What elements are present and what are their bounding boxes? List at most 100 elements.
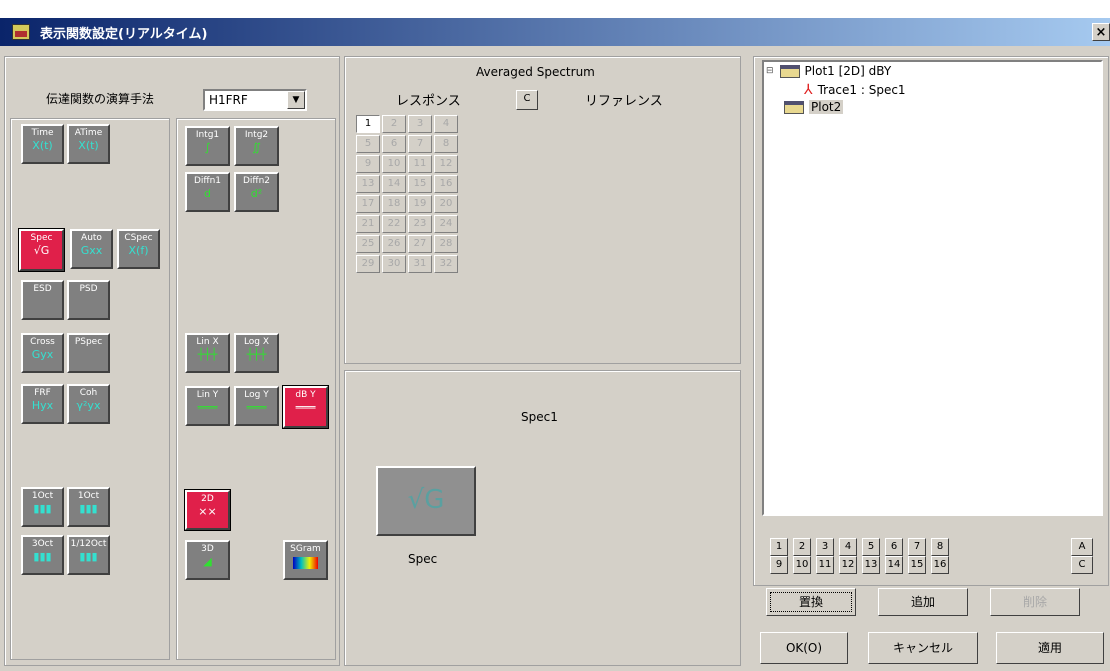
channel-29-button[interactable]: 29: [356, 255, 380, 273]
channel-16-button[interactable]: 16: [434, 175, 458, 193]
tree-item-plot1[interactable]: Plot1 [2D] dBY: [805, 64, 892, 78]
plot-number-11-button[interactable]: 11: [816, 556, 834, 574]
channel-25-button[interactable]: 25: [356, 235, 380, 253]
trace-icon: ⅄: [804, 82, 813, 98]
esd-button[interactable]: ESD: [21, 280, 64, 320]
liny-button[interactable]: Lin Y ═══: [185, 386, 230, 426]
channel-6-button[interactable]: 6: [382, 135, 406, 153]
plot-number-13-button[interactable]: 13: [862, 556, 880, 574]
channel-31-button[interactable]: 31: [408, 255, 432, 273]
logy-button[interactable]: Log Y ═══: [234, 386, 279, 426]
channel-2-button[interactable]: 2: [382, 115, 406, 133]
channel-4-button[interactable]: 4: [434, 115, 458, 133]
oct1-button[interactable]: 1Oct ▮▮▮: [21, 487, 64, 527]
dby-button[interactable]: dB Y ═══: [282, 385, 329, 429]
plot-number-3-button[interactable]: 3: [816, 538, 834, 556]
dropdown-arrow-icon[interactable]: ▼: [287, 91, 305, 109]
app-icon: [12, 24, 30, 40]
channel-14-button[interactable]: 14: [382, 175, 406, 193]
delete-button[interactable]: 削除: [990, 588, 1080, 616]
window-title: 表示関数設定(リアルタイム): [40, 26, 208, 42]
logx-button[interactable]: Log X ┼┼┼: [234, 333, 279, 373]
oct12-button[interactable]: 1/12Oct ▮▮▮: [67, 535, 110, 575]
cspec-button[interactable]: CSpec X(f): [117, 229, 160, 269]
plot-number-12-button[interactable]: 12: [839, 556, 857, 574]
response-label: レスポンス: [396, 94, 461, 109]
plot-number-10-button[interactable]: 10: [793, 556, 811, 574]
intg1-button[interactable]: Intg1 ∫: [185, 126, 230, 166]
linx-button[interactable]: Lin X ┼┼┼: [185, 333, 230, 373]
plot-number-8-button[interactable]: 8: [931, 538, 949, 556]
pspec-button[interactable]: PSpec: [67, 333, 110, 373]
oct1b-button[interactable]: 1Oct ▮▮▮: [67, 487, 110, 527]
spec-button[interactable]: Spec √G: [18, 228, 65, 272]
transfer-method-select[interactable]: H1FRF ▼: [203, 89, 307, 111]
intg2-button[interactable]: Intg2 ∬: [234, 126, 279, 166]
channel-10-button[interactable]: 10: [382, 155, 406, 173]
plot-a-button[interactable]: A: [1071, 538, 1093, 556]
channel-13-button[interactable]: 13: [356, 175, 380, 193]
channel-28-button[interactable]: 28: [434, 235, 458, 253]
channel-24-button[interactable]: 24: [434, 215, 458, 233]
plot-number-15-button[interactable]: 15: [908, 556, 926, 574]
channel-1-button[interactable]: 1: [356, 115, 380, 133]
replace-button[interactable]: 置換: [766, 588, 856, 616]
tree-item-plot2[interactable]: Plot2: [809, 100, 844, 114]
plot-number-4-button[interactable]: 4: [839, 538, 857, 556]
channel-27-button[interactable]: 27: [408, 235, 432, 253]
plot-number-5-button[interactable]: 5: [862, 538, 880, 556]
sgram-icon: [293, 557, 318, 569]
channel-21-button[interactable]: 21: [356, 215, 380, 233]
ok-button[interactable]: OK(O): [760, 632, 848, 664]
averaged-spectrum-title: Averaged Spectrum: [476, 65, 595, 79]
channel-15-button[interactable]: 15: [408, 175, 432, 193]
plot-number-1-button[interactable]: 1: [770, 538, 788, 556]
plot-number-9-button[interactable]: 9: [770, 556, 788, 574]
apply-button[interactable]: 適用: [996, 632, 1104, 664]
channel-32-button[interactable]: 32: [434, 255, 458, 273]
channel-12-button[interactable]: 12: [434, 155, 458, 173]
plot-number-14-button[interactable]: 14: [885, 556, 903, 574]
channel-18-button[interactable]: 18: [382, 195, 406, 213]
diffn1-button[interactable]: Diffn1 d: [185, 172, 230, 212]
tree-item-trace1[interactable]: Trace1 : Spec1: [818, 83, 906, 97]
plot-number-16-button[interactable]: 16: [931, 556, 949, 574]
collapse-icon[interactable]: ⊟: [766, 66, 774, 76]
channel-26-button[interactable]: 26: [382, 235, 406, 253]
coh-button[interactable]: Coh γ²yx: [67, 384, 110, 424]
auto-button[interactable]: Auto Gxx: [70, 229, 113, 269]
plot-number-6-button[interactable]: 6: [885, 538, 903, 556]
sgram-button[interactable]: SGram: [283, 540, 328, 580]
channel-19-button[interactable]: 19: [408, 195, 432, 213]
close-button[interactable]: ×: [1092, 23, 1110, 41]
channel-5-button[interactable]: 5: [356, 135, 380, 153]
plot-2d-button[interactable]: 2D ⨯⨯: [184, 489, 231, 531]
channel-23-button[interactable]: 23: [408, 215, 432, 233]
atime-button[interactable]: ATime X(t): [67, 124, 110, 164]
cancel-button[interactable]: キャンセル: [868, 632, 978, 664]
spec-preview-icon: √G: [376, 466, 476, 536]
trace-name-label: Spec1: [521, 410, 558, 424]
channel-7-button[interactable]: 7: [408, 135, 432, 153]
channel-22-button[interactable]: 22: [382, 215, 406, 233]
plot-tree[interactable]: ⊟ Plot1 [2D] dBY ⅄ Trace1 : Spec1 Plot2: [762, 60, 1103, 516]
plot-3d-button[interactable]: 3D ◢: [185, 540, 230, 580]
psd-button[interactable]: PSD: [67, 280, 110, 320]
time-button[interactable]: Time X(t): [21, 124, 64, 164]
channel-30-button[interactable]: 30: [382, 255, 406, 273]
plot-number-2-button[interactable]: 2: [793, 538, 811, 556]
plot-c-button[interactable]: C: [1071, 556, 1093, 574]
channel-11-button[interactable]: 11: [408, 155, 432, 173]
add-button[interactable]: 追加: [878, 588, 968, 616]
frf-button[interactable]: FRF Hyx: [21, 384, 64, 424]
channel-8-button[interactable]: 8: [434, 135, 458, 153]
oct3-button[interactable]: 3Oct ▮▮▮: [21, 535, 64, 575]
channel-20-button[interactable]: 20: [434, 195, 458, 213]
channel-3-button[interactable]: 3: [408, 115, 432, 133]
plot-number-7-button[interactable]: 7: [908, 538, 926, 556]
cross-button[interactable]: Cross Gyx: [21, 333, 64, 373]
diffn2-button[interactable]: Diffn2 d²: [234, 172, 279, 212]
channel-17-button[interactable]: 17: [356, 195, 380, 213]
c-button[interactable]: C: [516, 90, 538, 110]
channel-9-button[interactable]: 9: [356, 155, 380, 173]
